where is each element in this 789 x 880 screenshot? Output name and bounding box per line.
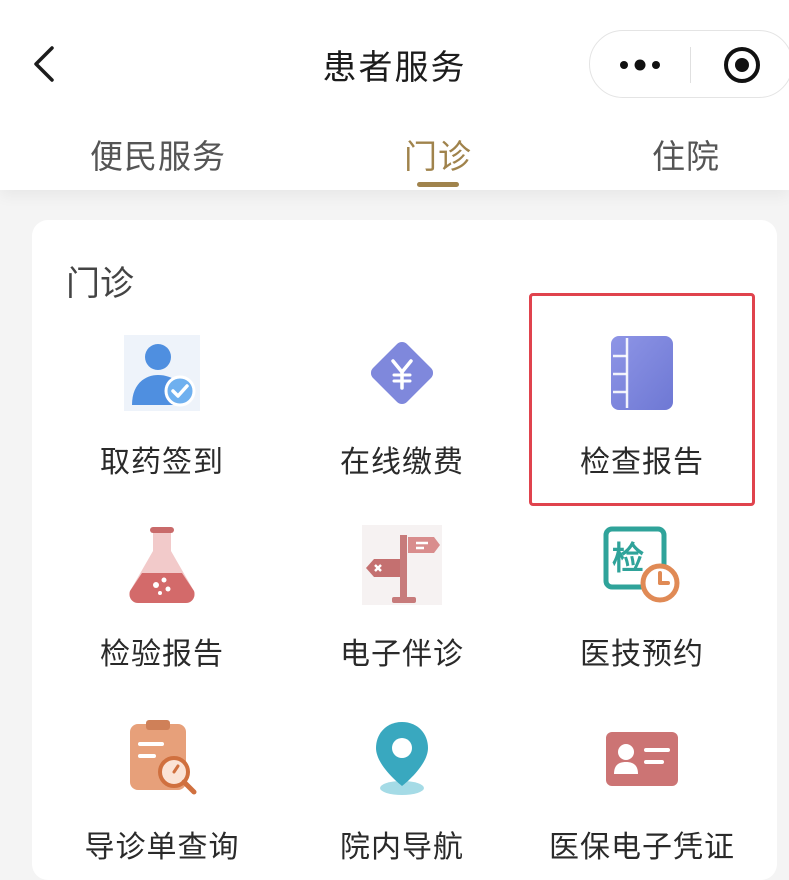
exam-clock-icon-text: 检 — [612, 539, 645, 577]
navigation-bar: 患者服务 — [0, 0, 789, 115]
close-mini-program-button[interactable] — [700, 31, 784, 99]
capsule-divider — [690, 47, 691, 83]
more-button[interactable] — [590, 31, 690, 99]
grid-item-insurance-voucher[interactable]: 医保电子凭证 — [522, 718, 762, 866]
grid-item-label: 取药签到 — [100, 445, 224, 480]
grid-item-label: 在线缴费 — [340, 445, 464, 480]
top-bar: 患者服务 便民服务 门诊 住院 — [0, 0, 789, 190]
signpost-icon — [362, 525, 442, 605]
grid-item-medtech-appointment[interactable]: 检 医技预约 — [522, 525, 762, 673]
location-pin-icon — [362, 718, 442, 798]
grid-item-medicine-checkin[interactable]: 取药签到 — [42, 333, 282, 481]
grid-item-label: 院内导航 — [340, 830, 464, 865]
grid-item-label: 检验报告 — [100, 637, 224, 672]
grid-item-guide-query[interactable]: 导诊单查询 — [42, 718, 282, 866]
lab-flask-icon — [122, 525, 202, 605]
tab-bar: 便民服务 门诊 住院 — [0, 120, 789, 190]
grid-item-label: 电子伴诊 — [340, 637, 464, 672]
grid-item-hospital-navigation[interactable]: 院内导航 — [282, 718, 522, 866]
target-icon — [724, 47, 760, 83]
grid-item-label: 医技预约 — [580, 637, 704, 672]
grid-item-lab-report[interactable]: 检验报告 — [42, 525, 282, 673]
tab-outpatient[interactable]: 门诊 — [404, 130, 472, 188]
active-tab-indicator — [417, 182, 459, 187]
grid-item-label: 导诊单查询 — [84, 830, 240, 865]
grid-item-online-payment[interactable]: 在线缴费 — [282, 333, 522, 481]
id-card-icon — [602, 718, 682, 798]
tab-convenience-services[interactable]: 便民服务 — [90, 130, 226, 188]
highlight-frame — [529, 293, 755, 506]
yen-payment-icon — [362, 333, 442, 413]
mini-program-capsule — [589, 30, 789, 98]
grid-item-label: 医保电子凭证 — [549, 830, 735, 865]
user-check-icon — [122, 333, 202, 413]
tab-inpatient[interactable]: 住院 — [652, 130, 720, 188]
grid-item-e-accompany[interactable]: 电子伴诊 — [282, 525, 522, 673]
clipboard-search-icon — [122, 718, 202, 798]
section-title: 门诊 — [66, 264, 134, 304]
more-dots-icon — [620, 59, 660, 71]
exam-clock-icon: 检 — [602, 525, 682, 605]
